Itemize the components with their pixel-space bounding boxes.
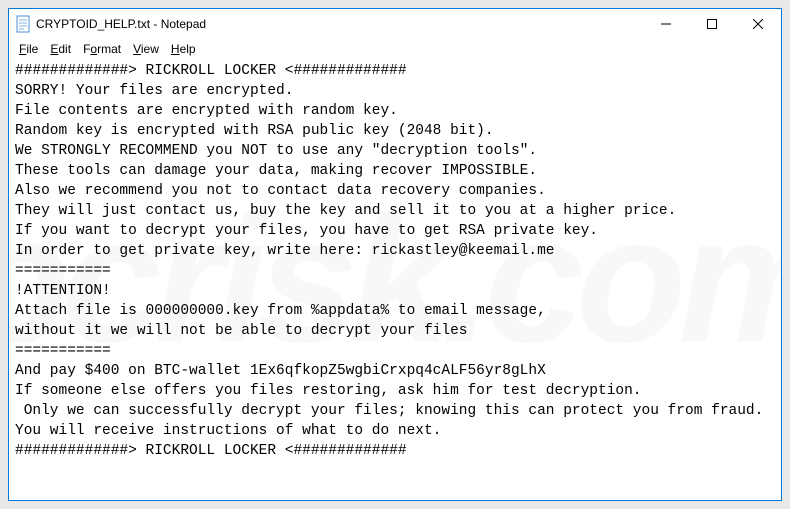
menu-edit[interactable]: Edit <box>44 42 77 56</box>
menu-file[interactable]: File <box>13 42 44 56</box>
notepad-window: CRYPTOID_HELP.txt - Notepad File Edit Fo… <box>8 8 782 501</box>
menubar: File Edit Format View Help <box>9 39 781 59</box>
close-button[interactable] <box>735 9 781 39</box>
notepad-icon <box>15 14 31 34</box>
minimize-button[interactable] <box>643 9 689 39</box>
content-area: pcrisk.com #############> RICKROLL LOCKE… <box>9 59 781 500</box>
maximize-button[interactable] <box>689 9 735 39</box>
window-title: CRYPTOID_HELP.txt - Notepad <box>36 17 643 31</box>
titlebar[interactable]: CRYPTOID_HELP.txt - Notepad <box>9 9 781 39</box>
text-editor[interactable]: #############> RICKROLL LOCKER <########… <box>13 61 777 498</box>
menu-view[interactable]: View <box>127 42 165 56</box>
window-controls <box>643 9 781 39</box>
menu-help[interactable]: Help <box>165 42 202 56</box>
menu-format[interactable]: Format <box>77 42 127 56</box>
